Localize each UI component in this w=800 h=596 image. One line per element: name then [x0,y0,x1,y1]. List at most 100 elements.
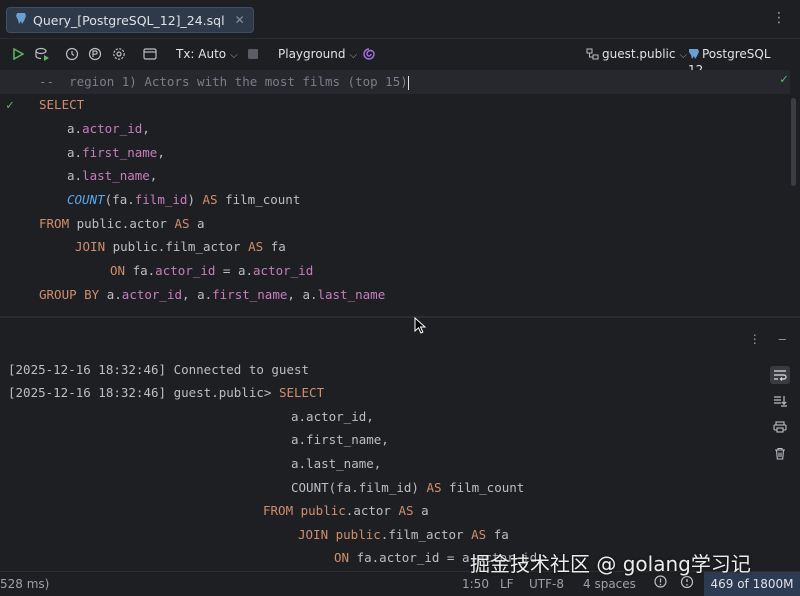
ai-swirl-icon[interactable] [361,46,377,62]
code-text: a [189,216,205,231]
keyword: AS [398,503,414,518]
code-line: ON fa.actor_id = a.actor_id [110,261,313,281]
output-text: COUNT(fa.film_id) [291,480,427,495]
code-field: actor_id [253,263,314,278]
file-encoding[interactable]: UTF-8 [529,577,564,591]
code-field: last_name [317,287,386,302]
keyword: AS [202,192,218,207]
chevron-down-icon: ⌵ [349,50,358,61]
text-caret [407,75,409,90]
code-field: first_name [82,145,158,160]
keyword: ON [110,263,126,278]
keyword: public [328,527,381,542]
output-line: [2025-12-16 18:32:46] guest.public> SELE… [8,383,324,403]
keyword: SELECT [278,385,325,400]
code-text: , [149,168,158,183]
query-tab[interactable]: Query_[PostgreSQL_12]_24.sql ✕ [6,7,254,33]
code-line: GROUP BY a.actor_id, a.first_name, a.las… [39,285,385,305]
query-toolbar: Tx: Auto ⌵ Playground ⌵ guest.public ⌵ Post… [0,39,800,77]
keyword: SELECT [39,97,85,112]
code-line: FROM public.actor AS a [39,214,205,234]
code-text: a. [99,287,122,302]
code-field: actor_id [82,121,143,136]
code-text: = a. [215,263,254,278]
stop-icon[interactable] [245,46,261,62]
keyword: AS [471,527,487,542]
settings-icon[interactable] [111,46,127,62]
more-vert-icon[interactable]: ⋮ [772,10,786,26]
code-field: film_id [134,192,188,207]
console-icon[interactable] [142,46,158,62]
indent-setting[interactable]: 4 spaces [583,577,636,591]
output-side-toolbar [770,366,790,462]
pin-icon[interactable] [87,46,103,62]
code-line: a.first_name, [67,143,165,163]
keyword: FROM [263,503,294,518]
more-vert-icon[interactable]: ⋮ [749,332,761,346]
output-text: film_count [441,480,525,495]
code-line: COUNT(fa.film_id) AS film_count [67,190,300,210]
check-icon: ✓ [6,98,14,113]
warning-icon[interactable] [654,575,667,591]
keyword: JOIN [75,239,106,254]
postgres-icon [15,12,27,28]
run-icon[interactable] [10,46,26,62]
editor-scrollbar[interactable] [791,98,796,186]
code-text: public.film_actor [105,239,249,254]
code-line: JOIN public.film_actor AS fa [75,237,286,257]
output-panel: ⋮ — [2025-12-16 18:32:46] Connected to g… [0,318,800,570]
output-header-actions: ⋮ — [749,332,786,346]
chevron-down-icon: ⌵ [230,50,238,61]
keyword: GROUP BY [39,287,100,302]
history-icon[interactable] [64,46,80,62]
output-text: .film_actor [380,527,472,542]
code-text: a. [67,121,83,136]
output-text: a [413,503,429,518]
code-line-comment: -- region 1) Actors with the most films … [39,72,409,92]
code-text: a. [67,168,83,183]
print-icon[interactable] [770,418,790,436]
sql-editor[interactable]: ✓ -- region 1) Actors with the most film… [0,70,800,316]
output-line: a.first_name, [291,432,389,447]
keyword: FROM [39,216,70,231]
code-function: COUNT [67,192,105,207]
schema-label: guest.public [602,47,676,61]
playground-dropdown[interactable]: Playground ⌵ [278,47,357,61]
code-text: (fa. [104,192,135,207]
datasource-icon [688,48,699,63]
output-line: a.actor_id, [291,409,374,424]
explain-icon[interactable] [34,46,50,62]
minimize-icon[interactable]: — [779,332,786,346]
line-separator[interactable]: LF [500,577,514,591]
memory-indicator-icon[interactable] [680,575,694,592]
tx-mode-label: Tx: Auto [176,47,227,61]
code-field: first_name [212,287,288,302]
scroll-end-icon[interactable] [770,392,790,410]
soft-wrap-icon[interactable] [770,366,790,384]
keyword: AS [248,239,264,254]
code-field: actor_id [121,287,183,302]
code-text: film_count [217,192,301,207]
output-line: a.last_name, [291,456,382,471]
playground-label: Playground [278,47,346,61]
tx-mode-dropdown[interactable]: Tx: Auto ⌵ [176,47,238,61]
code-text: a. [67,145,83,160]
close-icon[interactable]: ✕ [235,13,245,27]
keyword: ON [334,550,350,565]
query-tab-title: Query_[PostgreSQL_12]_24.sql [33,12,225,28]
editor-tab-bar: Query_[PostgreSQL_12]_24.sql ✕ ⋮ [0,0,800,39]
output-text: fa.actor_id = a. [349,550,477,565]
keyword: public [293,503,346,518]
code-text: fa. [125,263,156,278]
code-field: last_name [82,168,150,183]
code-text: , [157,145,165,160]
trash-icon[interactable] [770,444,790,462]
schema-selector[interactable]: guest.public ⌵ [586,47,687,63]
output-text: fa [486,527,509,542]
check-icon: ✓ [780,72,788,87]
code-line: SELECT [39,95,84,115]
output-line: [2025-12-16 18:32:46] Connected to guest [8,362,310,377]
caret-position[interactable]: 1:50 [462,577,489,591]
output-line: COUNT(fa.film_id) AS film_count [291,478,524,498]
output-text: .actor [345,503,399,518]
